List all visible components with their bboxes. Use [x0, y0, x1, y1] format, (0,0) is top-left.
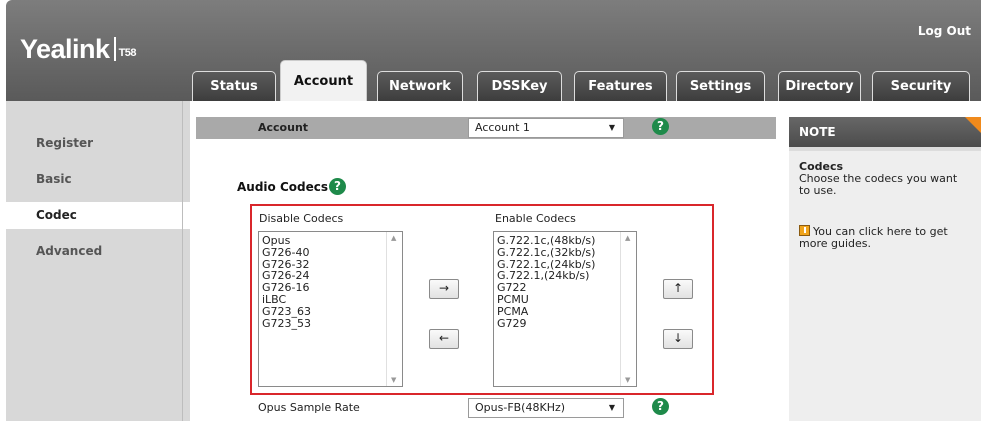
guide-icon [799, 225, 810, 236]
chevron-down-icon: ▼ [608, 403, 615, 412]
account-select-value: Account 1 [475, 121, 530, 134]
scroll-up-icon[interactable]: ▲ [391, 234, 396, 242]
disable-codecs-title: Disable Codecs [259, 212, 344, 225]
chevron-down-icon: ▼ [608, 123, 615, 132]
move-down-button[interactable]: ↓ [663, 329, 693, 349]
sidebar-item-advanced[interactable]: Advanced [6, 238, 190, 265]
yealink-logo: Yealink T58 [20, 34, 137, 65]
sidebar-item-codec[interactable]: Codec [6, 202, 190, 229]
enable-codecs-title: Enable Codecs [495, 212, 576, 225]
brand-name: Yealink [20, 34, 110, 64]
account-label: Account [258, 121, 309, 134]
tab-settings[interactable]: Settings [676, 71, 765, 101]
scroll-up-icon[interactable]: ▲ [625, 234, 630, 242]
tab-status[interactable]: Status [192, 71, 276, 101]
note-panel: NOTE Codecs Choose the codecs you want t… [789, 117, 981, 421]
note-corner-icon [965, 117, 981, 133]
tab-directory[interactable]: Directory [778, 71, 861, 101]
disabled-codecs-list[interactable]: Opus G726-40 G726-32 G726-24 G726-16 iLB… [258, 231, 403, 387]
sidebar: Register Basic Codec Advanced [6, 101, 190, 421]
tab-network[interactable]: Network [377, 71, 463, 101]
content-divider [182, 101, 183, 421]
tab-account[interactable]: Account [280, 60, 367, 101]
list-item[interactable]: PCMA [497, 305, 595, 318]
help-icon[interactable]: ? [652, 398, 669, 415]
list-item[interactable]: G.722.1c,(32kb/s) [497, 246, 595, 259]
logo-divider [113, 37, 116, 61]
tab-dsskey[interactable]: DSSKey [477, 71, 562, 101]
list-item[interactable]: PCMU [497, 294, 595, 306]
logout-link[interactable]: Log Out [918, 24, 971, 38]
scrollbar[interactable]: ▲ ▼ [386, 232, 402, 386]
note-body: Codecs Choose the codecs you want to use… [789, 151, 981, 421]
account-select[interactable]: Account 1 ▼ [468, 118, 624, 138]
move-left-button[interactable]: ← [429, 329, 459, 349]
list-item[interactable]: G726-40 [262, 246, 311, 259]
list-item[interactable]: G723_53 [262, 317, 311, 330]
list-item[interactable]: iLBC [262, 294, 311, 306]
move-up-button[interactable]: ↑ [663, 279, 693, 299]
move-right-button[interactable]: → [429, 279, 459, 299]
note-text: Choose the codecs you want to use. [799, 172, 958, 197]
opus-select-value: Opus-FB(48KHz) [475, 401, 566, 414]
note-heading: NOTE [789, 117, 981, 147]
enabled-codecs-list[interactable]: G.722.1c,(48kb/s) G.722.1c,(32kb/s) G.72… [493, 231, 637, 387]
help-icon[interactable]: ? [329, 178, 346, 195]
opus-sample-rate-label: Opus Sample Rate [258, 401, 360, 414]
model-name: T58 [118, 47, 137, 59]
guide-link[interactable]: You can click here to get more guides. [799, 225, 971, 250]
guide-text[interactable]: You can click here to get more guides. [799, 225, 948, 250]
sidebar-item-register[interactable]: Register [6, 130, 190, 157]
list-item[interactable]: G729 [497, 317, 595, 330]
opus-sample-rate-select[interactable]: Opus-FB(48KHz) ▼ [468, 398, 624, 418]
help-icon[interactable]: ? [652, 118, 669, 135]
scroll-down-icon[interactable]: ▼ [391, 376, 396, 384]
scrollbar[interactable]: ▲ ▼ [620, 232, 636, 386]
sidebar-item-basic[interactable]: Basic [6, 166, 190, 193]
audio-codecs-label: Audio Codecs [237, 180, 328, 194]
tab-security[interactable]: Security [872, 71, 970, 101]
list-item[interactable]: G723_63 [262, 305, 311, 318]
tab-features[interactable]: Features [574, 71, 667, 101]
scroll-down-icon[interactable]: ▼ [625, 376, 630, 384]
